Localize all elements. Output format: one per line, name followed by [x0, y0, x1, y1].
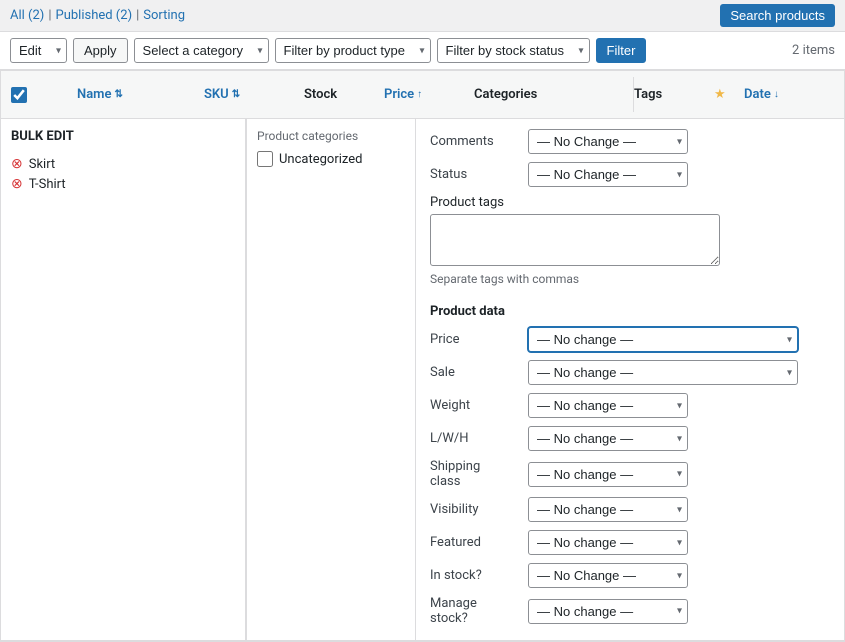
- bulk-edit-title: BULK EDIT: [11, 129, 235, 144]
- tags-hint: Separate tags with commas: [430, 272, 830, 286]
- product-tags-input[interactable]: [430, 214, 720, 266]
- product-type-select-wrap: Filter by product type ▾: [275, 38, 431, 63]
- list-item[interactable]: ⊗ T-Shirt: [11, 174, 235, 194]
- remove-skirt-icon[interactable]: ⊗: [11, 156, 23, 172]
- all-link[interactable]: All (2): [10, 8, 44, 23]
- uncategorized-label: Uncategorized: [279, 152, 362, 167]
- price-row: Price — No change — ▾: [430, 327, 830, 352]
- col-header-date[interactable]: Date ↓: [744, 87, 834, 102]
- featured-select[interactable]: — No change —: [528, 530, 688, 555]
- weight-row: Weight — No change — ▾: [430, 393, 830, 418]
- in-stock-row: In stock? — No Change — ▾: [430, 563, 830, 588]
- status-label: Status: [430, 167, 520, 182]
- lwh-select[interactable]: — No change —: [528, 426, 688, 451]
- stock-status-select-wrap: Filter by stock status ▾: [437, 38, 590, 63]
- weight-select[interactable]: — No change —: [528, 393, 688, 418]
- star-icon: ★: [714, 87, 726, 102]
- comments-label: Comments: [430, 134, 520, 149]
- sorting-link[interactable]: Sorting: [143, 8, 185, 23]
- weight-label: Weight: [430, 398, 520, 413]
- price-label: Price: [430, 332, 520, 347]
- category-select[interactable]: Select a category: [134, 38, 269, 63]
- bulk-edit-product-list: BULK EDIT ⊗ Skirt ⊗ T-Shirt: [1, 119, 246, 640]
- name-sort-icon: ⇅: [114, 89, 122, 100]
- comments-row: Comments — No Change — ▾: [430, 129, 830, 154]
- price-select[interactable]: — No change —: [528, 327, 798, 352]
- col-header-categories: Categories: [464, 77, 634, 112]
- sale-row: Sale — No change — ▾: [430, 360, 830, 385]
- col-header-star: ★: [714, 87, 744, 102]
- date-sort-icon: ↓: [774, 89, 779, 100]
- items-count: 2 items: [792, 43, 835, 58]
- select-all-checkbox[interactable]: [11, 87, 27, 103]
- select-all-checkbox-wrap[interactable]: [11, 87, 41, 103]
- visibility-select[interactable]: — No change —: [528, 497, 688, 522]
- uncategorized-checkbox-item[interactable]: Uncategorized: [257, 151, 405, 167]
- product-type-select[interactable]: Filter by product type: [275, 38, 431, 63]
- shipping-label: Shipping class: [430, 459, 520, 489]
- product-tshirt-label: T-Shirt: [29, 177, 66, 192]
- bulk-action-select[interactable]: Edit: [10, 38, 67, 63]
- comments-select[interactable]: — No Change —: [528, 129, 688, 154]
- categories-section: Product categories Uncategorized: [246, 119, 415, 640]
- manage-stock-row: Manage stock? — No change — ▾: [430, 596, 830, 626]
- product-tags-label: Product tags: [430, 195, 830, 210]
- manage-stock-select[interactable]: — No change —: [528, 599, 688, 624]
- in-stock-label: In stock?: [430, 568, 520, 583]
- col-header-sku[interactable]: SKU ⇅: [204, 87, 304, 102]
- product-data-heading: Product data: [430, 304, 830, 319]
- apply-button[interactable]: Apply: [73, 38, 128, 63]
- shipping-select[interactable]: — No change —: [528, 462, 688, 487]
- bulk-edit-panel: BULK EDIT ⊗ Skirt ⊗ T-Shirt Produ: [1, 119, 844, 641]
- categories-title: Product categories: [257, 129, 405, 143]
- product-tags-section: Product tags Separate tags with commas: [430, 195, 830, 286]
- uncategorized-checkbox[interactable]: [257, 151, 273, 167]
- product-list: ⊗ Skirt ⊗ T-Shirt: [11, 154, 235, 194]
- in-stock-select[interactable]: — No Change —: [528, 563, 688, 588]
- product-skirt-label: Skirt: [29, 157, 55, 172]
- manage-stock-label: Manage stock?: [430, 596, 520, 626]
- featured-label: Featured: [430, 535, 520, 550]
- remove-tshirt-icon[interactable]: ⊗: [11, 176, 23, 192]
- bulk-edit-form: Comments — No Change — ▾ Status: [416, 119, 844, 640]
- sku-sort-icon: ⇅: [232, 89, 240, 100]
- filter-button[interactable]: Filter: [596, 38, 647, 63]
- stock-status-select[interactable]: Filter by stock status: [437, 38, 590, 63]
- status-select[interactable]: — No Change —: [528, 162, 688, 187]
- col-header-stock: Stock: [304, 87, 384, 102]
- visibility-row: Visibility — No change — ▾: [430, 497, 830, 522]
- list-item[interactable]: ⊗ Skirt: [11, 154, 235, 174]
- table-header: Name ⇅ SKU ⇅ Stock Price ↑ Categories Ta…: [1, 71, 844, 119]
- featured-row: Featured — No change — ▾: [430, 530, 830, 555]
- search-products-button[interactable]: Search products: [720, 4, 835, 27]
- visibility-label: Visibility: [430, 502, 520, 517]
- shipping-row: Shipping class — No change — ▾: [430, 459, 830, 489]
- col-header-tags: Tags: [634, 87, 714, 102]
- published-link[interactable]: Published (2): [56, 8, 133, 23]
- category-select-wrap: Select a category ▾: [134, 38, 269, 63]
- col-header-price[interactable]: Price ↑: [384, 87, 464, 102]
- status-row: Status — No Change — ▾: [430, 162, 830, 187]
- lwh-row: L/W/H — No change — ▾: [430, 426, 830, 451]
- sale-select[interactable]: — No change —: [528, 360, 798, 385]
- bulk-action-select-wrap: Edit ▾: [10, 38, 67, 63]
- price-sort-icon: ↑: [417, 89, 422, 100]
- lwh-label: L/W/H: [430, 431, 520, 446]
- sale-label: Sale: [430, 365, 520, 380]
- col-header-name[interactable]: Name ⇅: [77, 87, 204, 102]
